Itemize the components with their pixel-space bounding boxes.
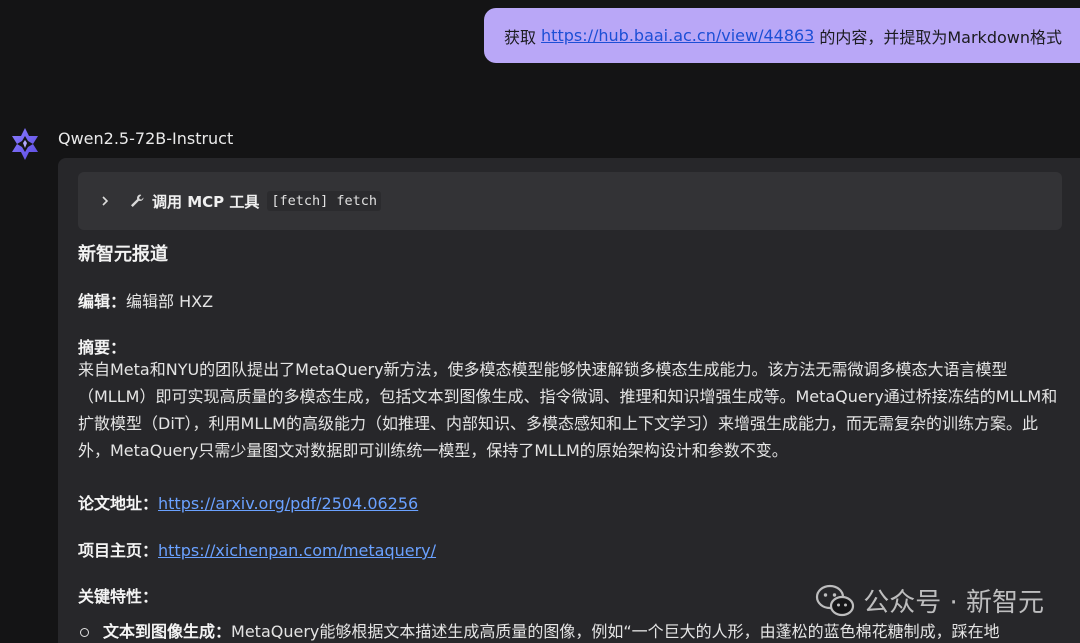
paper-label: 论文地址： — [78, 494, 159, 513]
paper-link[interactable]: https://arxiv.org/pdf/2504.06256 — [158, 494, 418, 513]
wrench-icon — [128, 192, 146, 210]
features-label: 关键特性： — [78, 587, 159, 606]
editor-label: 编辑： — [78, 292, 127, 311]
editor-line: 编辑：编辑部 HXZ — [78, 288, 213, 312]
model-name: Qwen2.5-72B-Instruct — [58, 129, 234, 148]
feature-list-item: 文本到图像生成：MetaQuery能够根据文本描述生成高质量的图像，例如“一个巨… — [80, 618, 1000, 642]
bullet-icon — [80, 628, 89, 637]
project-line: 项目主页：https://xichenpan.com/metaquery/ — [78, 537, 436, 561]
qwen-logo-icon — [7, 126, 43, 162]
chevron-right-icon — [98, 194, 112, 208]
tool-call-code: [fetch] fetch — [267, 191, 382, 211]
watermark: 公众号 · 新智元 — [815, 582, 1044, 619]
summary-label: 摘要： — [78, 338, 127, 357]
summary-text: 来自Meta和NYU的团队提出了MetaQuery新方法，使多模态模型能够快速解… — [78, 360, 1058, 460]
article-title: 新智元报道 — [78, 244, 168, 265]
wechat-icon — [815, 584, 855, 618]
user-message-suffix: 的内容，并提取为Markdown格式 — [819, 27, 1062, 47]
paper-line: 论文地址：https://arxiv.org/pdf/2504.06256 — [78, 490, 418, 514]
user-message-prefix: 获取 — [504, 27, 537, 47]
chat-page: 获取 https://hub.baai.ac.cn/view/44863 的内容… — [0, 0, 1080, 643]
editor-value: 编辑部 HXZ — [126, 292, 214, 311]
response-card: 调用 MCP 工具 [fetch] fetch 新智元报道 编辑：编辑部 HXZ… — [58, 158, 1080, 643]
tool-call-toggle[interactable]: 调用 MCP 工具 [fetch] fetch — [78, 172, 1062, 230]
user-message-link[interactable]: https://hub.baai.ac.cn/view/44863 — [541, 26, 814, 45]
feature-1-text: MetaQuery能够根据文本描述生成高质量的图像，例如“一个巨大的人形，由蓬松… — [231, 622, 1000, 641]
user-message-bubble: 获取 https://hub.baai.ac.cn/view/44863 的内容… — [484, 8, 1080, 63]
feature-1-label: 文本到图像生成： — [103, 622, 232, 641]
watermark-text: 公众号 · 新智元 — [863, 588, 1044, 618]
tool-call-label: 调用 MCP 工具 — [152, 192, 260, 211]
project-link[interactable]: https://xichenpan.com/metaquery/ — [158, 541, 436, 560]
project-label: 项目主页： — [78, 541, 159, 560]
